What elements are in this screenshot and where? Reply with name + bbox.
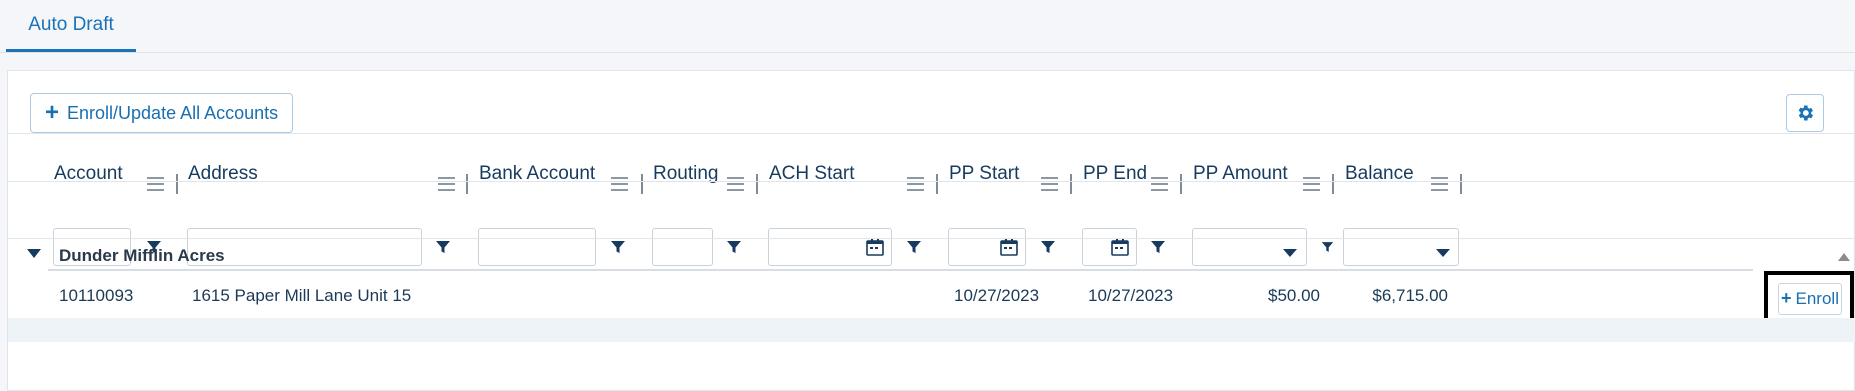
group-label: Dunder Mifflin Acres bbox=[59, 246, 225, 265]
plus-icon: + bbox=[1781, 288, 1792, 308]
column-header-routing[interactable]: Routing bbox=[653, 154, 719, 194]
gear-icon bbox=[1798, 105, 1813, 121]
cell-account: 10110093 bbox=[59, 286, 134, 305]
column-menu-icon[interactable] bbox=[1041, 177, 1058, 191]
column-resize-handle[interactable] bbox=[466, 174, 468, 194]
column-menu-icon[interactable] bbox=[1431, 177, 1448, 191]
column-header-pp-end[interactable]: PP End bbox=[1083, 154, 1147, 194]
scroll-up-arrow-icon[interactable] bbox=[1838, 253, 1850, 261]
column-menu-icon[interactable] bbox=[611, 177, 628, 191]
column-header-account[interactable]: Account bbox=[54, 154, 123, 194]
enroll-button-focus-frame: + Enroll bbox=[1764, 271, 1854, 323]
column-menu-icon[interactable] bbox=[438, 177, 455, 191]
tab-auto-draft[interactable]: Auto Draft bbox=[6, 0, 136, 52]
column-resize-handle[interactable] bbox=[176, 174, 178, 194]
auto-draft-panel: + Enroll/Update All Accounts Account Add… bbox=[7, 70, 1855, 391]
enroll-update-all-label: Enroll/Update All Accounts bbox=[67, 102, 279, 123]
column-header-bank-account[interactable]: Bank Account bbox=[479, 154, 595, 194]
cell-pp-start: 10/27/2023 bbox=[954, 286, 1040, 305]
cell-balance: $6,715.00 bbox=[1372, 286, 1448, 305]
plus-icon: + bbox=[45, 99, 60, 126]
group-row[interactable]: Dunder Mifflin Acres bbox=[8, 239, 1855, 271]
toolbar-divider bbox=[8, 133, 1855, 134]
group-divider bbox=[48, 269, 1753, 271]
cell-address: 1615 Paper Mill Lane Unit 15 bbox=[192, 286, 412, 305]
next-row-band bbox=[8, 318, 1855, 342]
column-menu-icon[interactable] bbox=[1151, 177, 1168, 191]
column-resize-handle[interactable] bbox=[756, 174, 758, 194]
column-resize-handle[interactable] bbox=[1180, 174, 1182, 194]
column-header-address[interactable]: Address bbox=[188, 154, 258, 194]
column-resize-handle[interactable] bbox=[1460, 174, 1462, 194]
cell-pp-end: 10/27/2023 bbox=[1088, 286, 1174, 305]
column-header-pp-amount[interactable]: PP Amount bbox=[1193, 154, 1288, 194]
column-menu-icon[interactable] bbox=[727, 177, 744, 191]
enroll-button[interactable]: + Enroll bbox=[1778, 283, 1842, 315]
tab-bar: Auto Draft bbox=[0, 0, 1855, 53]
column-resize-handle[interactable] bbox=[936, 174, 938, 194]
column-header-balance[interactable]: Balance bbox=[1345, 154, 1414, 194]
column-header-ach-start[interactable]: ACH Start bbox=[769, 154, 855, 194]
header-divider bbox=[8, 181, 1855, 182]
column-resize-handle[interactable] bbox=[1332, 174, 1334, 194]
settings-button[interactable] bbox=[1786, 94, 1824, 132]
cell-pp-amount: $50.00 bbox=[1268, 286, 1320, 305]
column-resize-handle[interactable] bbox=[641, 174, 643, 194]
column-header-pp-start[interactable]: PP Start bbox=[949, 154, 1019, 194]
column-menu-icon[interactable] bbox=[907, 177, 924, 191]
enroll-update-all-button[interactable]: + Enroll/Update All Accounts bbox=[30, 93, 293, 133]
column-resize-handle[interactable] bbox=[1070, 174, 1072, 194]
column-menu-icon[interactable] bbox=[1303, 177, 1320, 191]
column-menu-icon[interactable] bbox=[147, 177, 164, 191]
collapse-caret-icon[interactable] bbox=[27, 249, 41, 258]
enroll-label: Enroll bbox=[1795, 289, 1839, 308]
